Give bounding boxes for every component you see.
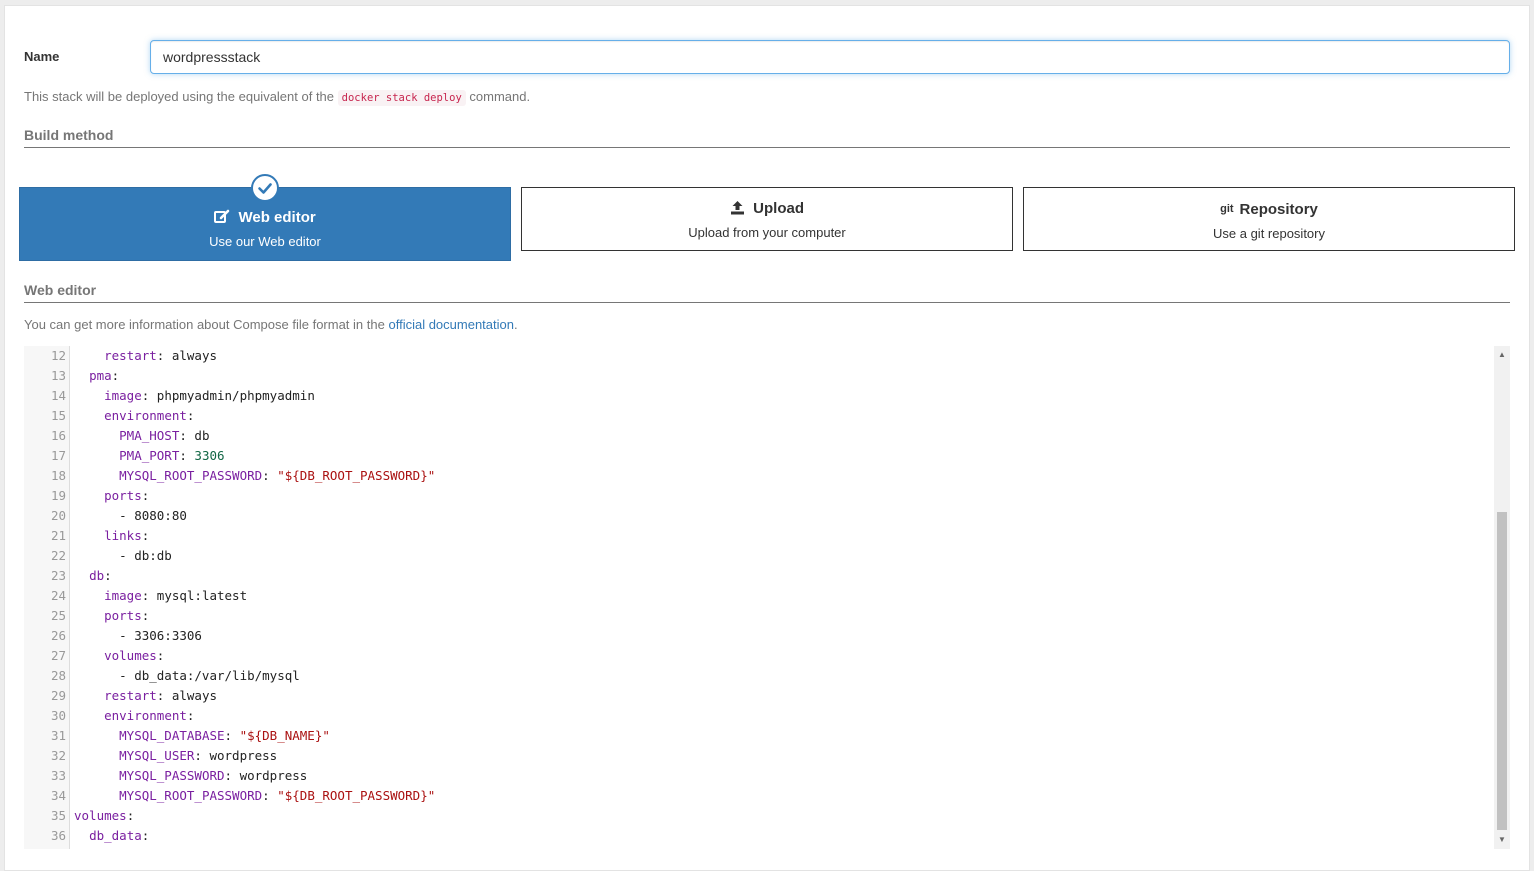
repository-title: git Repository xyxy=(1024,200,1514,219)
build-method-upload[interactable]: Upload Upload from your computer xyxy=(521,187,1013,251)
scroll-down-arrow-icon[interactable]: ▼ xyxy=(1494,833,1510,847)
line-number: 12 xyxy=(50,348,66,363)
code-line[interactable]: - db:db xyxy=(74,546,172,566)
line-number: 16 xyxy=(50,428,66,443)
code-line[interactable]: pma: xyxy=(74,366,119,386)
code-line[interactable]: image: mysql:latest xyxy=(74,586,247,606)
help-command: docker stack deploy xyxy=(337,90,466,106)
line-number: 25 xyxy=(50,608,66,623)
web-editor-section-title: Web editor xyxy=(24,282,1510,303)
line-number: 20 xyxy=(50,508,66,523)
code-line[interactable]: environment: xyxy=(74,706,194,726)
build-method-title: Build method xyxy=(24,127,1510,148)
code-line[interactable]: image: phpmyadmin/phpmyadmin xyxy=(74,386,315,406)
info-suffix: . xyxy=(513,317,518,332)
upload-title: Upload xyxy=(522,200,1012,218)
line-number: 31 xyxy=(50,728,66,743)
line-number: 13 xyxy=(50,368,66,383)
repository-title-text: Repository xyxy=(1239,201,1318,218)
code-line[interactable]: PMA_HOST: db xyxy=(74,426,209,446)
code-line[interactable]: MYSQL_ROOT_PASSWORD: "${DB_ROOT_PASSWORD… xyxy=(74,786,435,806)
line-number-gutter: 12 13 14 15 16 17 18 19 20 21 22 23 24 25 26 27 28 29 30 31… xyxy=(24,346,70,849)
line-number: 18 xyxy=(50,468,66,483)
line-number: 28 xyxy=(50,668,66,683)
code-line[interactable]: volumes: xyxy=(74,806,134,826)
line-number: 35 xyxy=(50,808,66,823)
web-editor-subtitle: Use our Web editor xyxy=(209,234,321,249)
code-line[interactable]: MYSQL_DATABASE: "${DB_NAME}" xyxy=(74,726,330,746)
code-line[interactable]: db: xyxy=(74,566,112,586)
build-method-web-editor[interactable]: Web editor Use our Web editor xyxy=(19,174,511,261)
web-editor-title: Web editor xyxy=(20,209,510,227)
compose-code-editor[interactable]: 12 13 14 15 16 17 18 19 20 21 22 23 24 25 26 27 28 29 30 31… xyxy=(24,346,1510,849)
code-line[interactable]: db_data: xyxy=(74,826,149,846)
line-number: 21 xyxy=(50,528,66,543)
line-number: 23 xyxy=(50,568,66,583)
line-number: 14 xyxy=(50,388,66,403)
code-line[interactable]: environment: xyxy=(74,406,194,426)
line-number: 17 xyxy=(50,448,66,463)
line-number: 22 xyxy=(50,548,66,563)
line-number: 33 xyxy=(50,768,66,783)
line-number: 15 xyxy=(50,408,66,423)
line-number: 30 xyxy=(50,708,66,723)
upload-icon xyxy=(730,200,753,217)
code-area[interactable]: restart: always pma: image: phpmyadmin/p… xyxy=(70,346,1494,849)
help-suffix: command. xyxy=(469,89,531,104)
official-documentation-link[interactable]: official documentation xyxy=(388,317,514,332)
code-line[interactable]: MYSQL_PASSWORD: wordpress xyxy=(74,766,307,786)
code-line[interactable]: volumes: xyxy=(74,646,164,666)
line-number: 34 xyxy=(50,788,66,803)
upload-title-text: Upload xyxy=(753,200,804,217)
line-number: 24 xyxy=(50,588,66,603)
line-number: 32 xyxy=(50,748,66,763)
upload-subtitle: Upload from your computer xyxy=(688,225,846,240)
line-number: 27 xyxy=(50,648,66,663)
name-label: Name xyxy=(24,49,60,64)
code-line[interactable]: ports: xyxy=(74,606,149,626)
git-icon: git xyxy=(1220,203,1234,215)
code-line[interactable]: restart: always xyxy=(74,346,217,366)
scrollbar-thumb[interactable] xyxy=(1497,512,1507,830)
code-line[interactable]: - 3306:3306 xyxy=(74,626,202,646)
line-number: 29 xyxy=(50,688,66,703)
scroll-up-arrow-icon[interactable]: ▲ xyxy=(1494,348,1510,362)
code-line[interactable]: - db_data:/var/lib/mysql xyxy=(74,666,300,686)
line-number: 19 xyxy=(50,488,66,503)
code-line[interactable]: links: xyxy=(74,526,149,546)
web-editor-title-text: Web editor xyxy=(238,209,316,226)
code-line[interactable]: PMA_PORT: 3306 xyxy=(74,446,224,466)
build-method-repository[interactable]: git Repository Use a git repository xyxy=(1023,187,1515,251)
code-line[interactable]: - 8080:80 xyxy=(74,506,187,526)
editor-scrollbar[interactable]: ▲ ▼ xyxy=(1494,346,1510,849)
line-number: 36 xyxy=(50,828,66,843)
compose-info-text: You can get more information about Compo… xyxy=(24,317,518,332)
repository-subtitle: Use a git repository xyxy=(1213,226,1325,241)
name-input[interactable] xyxy=(150,40,1510,74)
code-line[interactable]: MYSQL_USER: wordpress xyxy=(74,746,277,766)
help-prefix: This stack will be deployed using the eq… xyxy=(24,89,335,104)
deploy-help-text: This stack will be deployed using the eq… xyxy=(24,89,531,106)
code-line[interactable]: restart: always xyxy=(74,686,217,706)
line-number: 26 xyxy=(50,628,66,643)
code-line[interactable]: ports: xyxy=(74,486,149,506)
check-icon xyxy=(251,174,279,202)
info-prefix: You can get more information about Compo… xyxy=(24,317,385,332)
code-line[interactable]: MYSQL_ROOT_PASSWORD: "${DB_ROOT_PASSWORD… xyxy=(74,466,435,486)
edit-icon xyxy=(214,209,238,226)
